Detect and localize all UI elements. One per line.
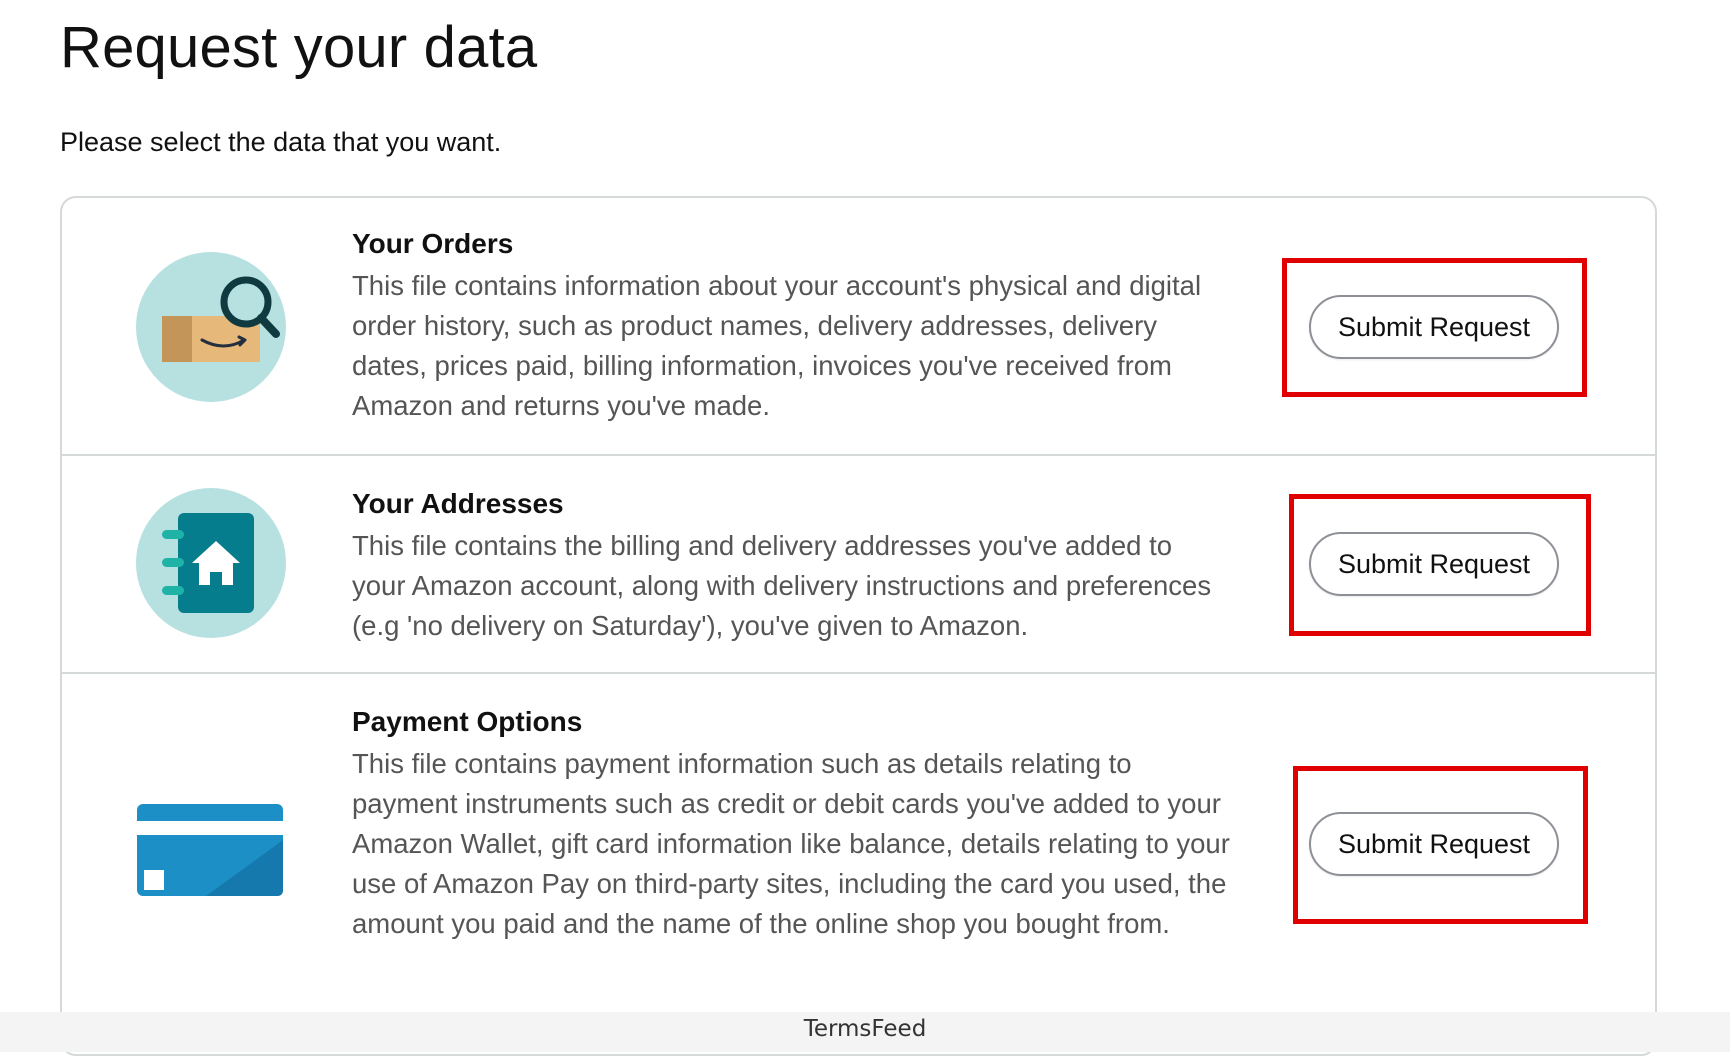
submit-request-button-addresses[interactable]: Submit Request — [1309, 532, 1559, 596]
item-title: Your Addresses — [352, 488, 564, 519]
data-item-payment-options: Payment Options This file contains payme… — [62, 674, 1655, 1054]
data-item-addresses: Your Addresses This file contains the bi… — [62, 456, 1655, 674]
payment-options-text: Payment Options This file contains payme… — [352, 706, 1232, 944]
addresses-text: Your Addresses This file contains the bi… — [352, 488, 1232, 646]
data-request-card: Your Orders This file contains informati… — [60, 196, 1657, 1056]
orders-package-magnifier-icon — [136, 252, 286, 402]
page-subtitle: Please select the data that you want. — [60, 127, 502, 157]
page-title: Request your data — [60, 15, 538, 80]
submit-request-button-orders[interactable]: Submit Request — [1309, 295, 1559, 359]
orders-text: Your Orders This file contains informati… — [352, 228, 1232, 426]
item-description: This file contains the billing and deliv… — [352, 530, 1212, 641]
footer-watermark: TermsFeed — [803, 1016, 927, 1042]
item-title: Payment Options — [352, 706, 583, 737]
credit-card-icon — [136, 778, 286, 928]
item-description: This file contains payment information s… — [352, 748, 1230, 939]
submit-request-button-payment-options[interactable]: Submit Request — [1309, 812, 1559, 876]
item-title: Your Orders — [352, 228, 514, 259]
item-description: This file contains information about you… — [352, 270, 1202, 421]
data-item-orders: Your Orders This file contains informati… — [62, 198, 1655, 456]
address-book-house-icon — [136, 488, 286, 638]
